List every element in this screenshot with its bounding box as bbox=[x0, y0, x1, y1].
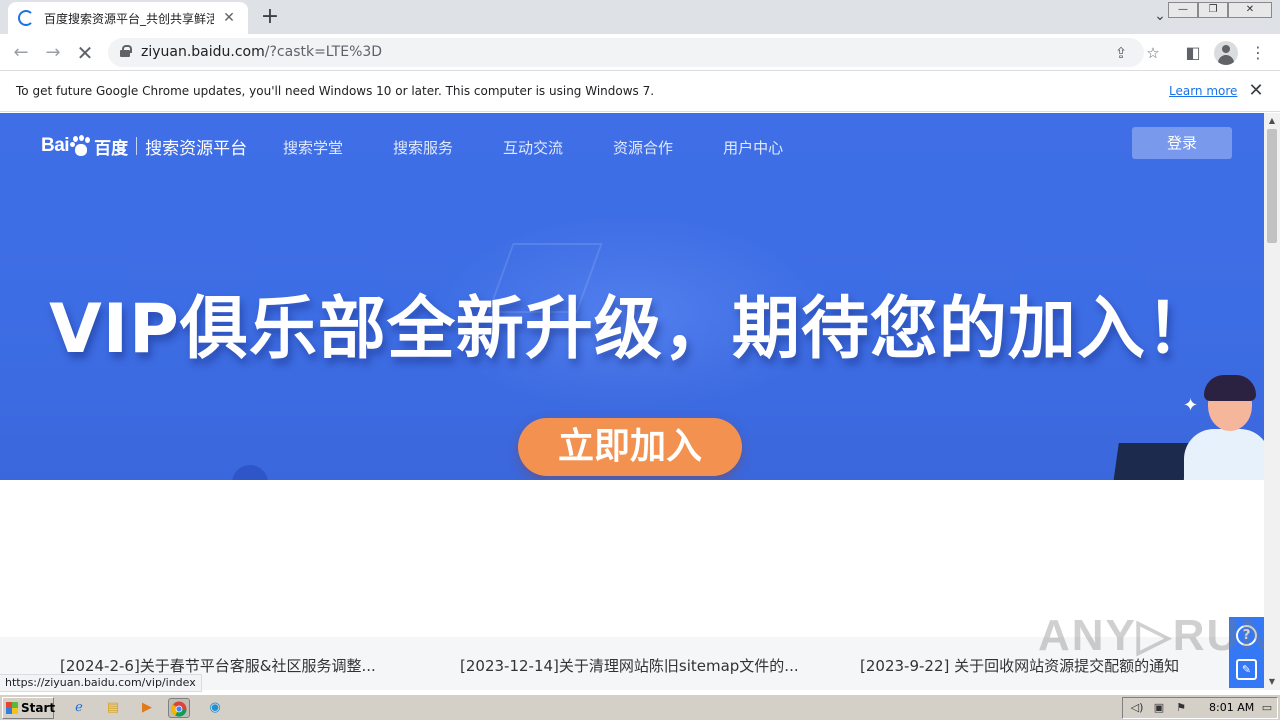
window-controls: — ❐ ✕ bbox=[1168, 2, 1272, 18]
tab-close-icon[interactable]: ✕ bbox=[220, 9, 238, 27]
profile-avatar-icon[interactable] bbox=[1214, 41, 1238, 65]
system-tray: ◁) ▣ ⚑ 8:01 AM ▭ bbox=[1122, 697, 1278, 719]
news-item[interactable]: [2023-12-14]关于清理网站陈旧sitemap文件的... bbox=[460, 655, 799, 676]
login-button[interactable]: 登录 bbox=[1132, 127, 1232, 159]
forward-arrow-icon[interactable]: → bbox=[42, 42, 64, 64]
nav-item-user-center[interactable]: 用户中心 bbox=[723, 137, 783, 158]
hero-banner[interactable]: Bai 百度 搜索资源平台 搜索学堂 搜索服务 互动交流 资源合作 用户中心 登… bbox=[0, 113, 1264, 480]
side-panel-icon[interactable]: ◧ bbox=[1182, 42, 1204, 64]
edge-icon[interactable]: ◉ bbox=[204, 698, 226, 718]
nav-item-cooperation[interactable]: 资源合作 bbox=[613, 137, 673, 158]
stop-loading-icon[interactable]: ✕ bbox=[74, 42, 96, 64]
hero-headline: VIP俱乐部全新升级，期待您的加入！ bbox=[49, 290, 1215, 369]
window-close-icon[interactable]: ✕ bbox=[1228, 2, 1272, 18]
platform-name: 搜索资源平台 bbox=[145, 138, 248, 159]
start-button[interactable]: Start bbox=[2, 697, 56, 719]
status-bubble-url: https://ziyuan.baidu.com/vip/index bbox=[0, 674, 202, 692]
minimize-icon[interactable]: — bbox=[1168, 2, 1198, 18]
tab-title: 百度搜索资源平台_共创共享鲜活搜索 bbox=[44, 11, 214, 26]
join-now-button[interactable]: 立即加入 bbox=[518, 418, 742, 476]
share-icon[interactable]: ⇪ bbox=[1112, 44, 1130, 62]
logo-separator bbox=[136, 137, 138, 155]
address-bar[interactable]: ziyuan.baidu.com/?castk=LTE%3D ⇪ ☆ bbox=[108, 38, 1160, 67]
url-text[interactable]: ziyuan.baidu.com/?castk=LTE%3D bbox=[141, 44, 382, 60]
volume-icon[interactable]: ◁) bbox=[1129, 701, 1145, 715]
tab-search-chevron-icon[interactable]: ⌄ bbox=[1150, 8, 1170, 28]
main-nav: 搜索学堂 搜索服务 互动交流 资源合作 用户中心 bbox=[283, 137, 833, 158]
tab-strip: 百度搜索资源平台_共创共享鲜活搜索 ✕ + ⌄ — ❐ ✕ bbox=[0, 0, 1280, 34]
internet-explorer-icon[interactable]: ℯ bbox=[68, 698, 90, 718]
infobar-message: To get future Google Chrome updates, you… bbox=[16, 84, 655, 98]
page-scrollbar[interactable]: ▲ ▼ bbox=[1264, 113, 1280, 690]
action-center-flag-icon[interactable]: ⚑ bbox=[1173, 701, 1189, 715]
browser-tab-active[interactable]: 百度搜索资源平台_共创共享鲜活搜索 ✕ bbox=[8, 2, 248, 34]
scrollbar-thumb[interactable] bbox=[1267, 129, 1277, 243]
lock-icon[interactable] bbox=[120, 45, 132, 57]
anyrun-watermark: ANY▷RUN bbox=[1038, 611, 1275, 660]
nav-item-search-services[interactable]: 搜索服务 bbox=[393, 137, 453, 158]
bookmark-star-icon[interactable]: ☆ bbox=[1144, 44, 1162, 62]
start-label: Start bbox=[21, 701, 56, 715]
baidu-logo[interactable]: Bai 百度 搜索资源平台 bbox=[41, 127, 247, 165]
nav-item-search-academy[interactable]: 搜索学堂 bbox=[283, 137, 343, 158]
feedback-icon[interactable]: ✎ bbox=[1236, 659, 1257, 680]
scroll-down-arrow-icon[interactable]: ▼ bbox=[1264, 674, 1280, 690]
restore-icon[interactable]: ❐ bbox=[1198, 2, 1228, 18]
baidu-paw-icon bbox=[70, 135, 92, 156]
news-item[interactable]: [2024-2-6]关于春节平台客服&社区服务调整... bbox=[60, 655, 376, 676]
back-arrow-icon[interactable]: ← bbox=[10, 42, 32, 64]
network-icon[interactable]: ▣ bbox=[1151, 701, 1167, 715]
file-explorer-icon[interactable]: ▤ bbox=[102, 698, 124, 718]
show-desktop-icon[interactable]: ▭ bbox=[1259, 701, 1275, 715]
browser-toolbar: ← → ✕ ziyuan.baidu.com/?castk=LTE%3D ⇪ ☆… bbox=[0, 34, 1280, 71]
windows-taskbar: Start ℯ ▤ ▶ ◉ ◁) ▣ ⚑ 8:01 AM ▭ bbox=[0, 694, 1280, 720]
sparkle-icon: ✦ bbox=[1183, 395, 1199, 416]
media-player-icon[interactable]: ▶ bbox=[136, 698, 158, 718]
logo-cn: 百度 bbox=[94, 138, 129, 159]
scroll-up-arrow-icon[interactable]: ▲ bbox=[1264, 113, 1280, 129]
person-illustration bbox=[1170, 371, 1264, 480]
loading-spinner-icon bbox=[18, 10, 34, 26]
infobar-close-icon[interactable]: ✕ bbox=[1246, 81, 1266, 101]
logo-latin: Bai bbox=[41, 135, 70, 156]
chrome-taskbar-icon[interactable] bbox=[168, 698, 190, 718]
decorative-circle bbox=[232, 465, 268, 480]
nav-item-community[interactable]: 互动交流 bbox=[503, 137, 563, 158]
page-viewport: Bai 百度 搜索资源平台 搜索学堂 搜索服务 互动交流 资源合作 用户中心 登… bbox=[0, 113, 1264, 690]
learn-more-link[interactable]: Learn more bbox=[1169, 84, 1237, 98]
taskbar-clock[interactable]: 8:01 AM bbox=[1209, 701, 1254, 714]
new-tab-button[interactable]: + bbox=[258, 6, 282, 30]
menu-kebab-icon[interactable]: ⋮ bbox=[1247, 42, 1269, 64]
update-infobar: To get future Google Chrome updates, you… bbox=[0, 72, 1280, 112]
windows-flag-icon bbox=[6, 702, 18, 714]
